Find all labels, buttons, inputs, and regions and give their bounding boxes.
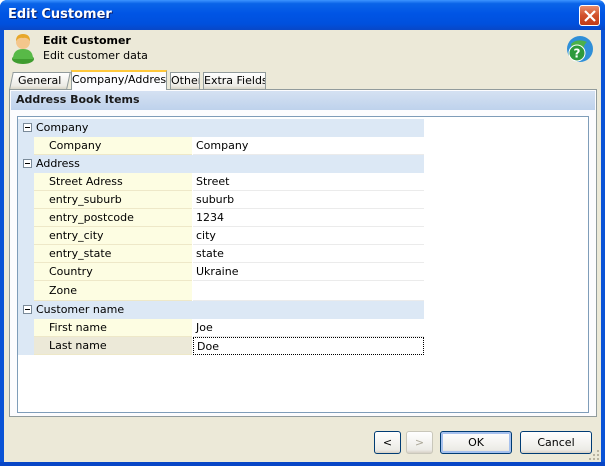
property-name: entry_suburb: [34, 191, 192, 209]
category-customer-name: Customer name: [18, 301, 424, 319]
property-name: Last name: [34, 337, 192, 355]
property-name: entry_postcode: [34, 209, 192, 227]
property-value-last-name[interactable]: Doe: [193, 337, 424, 355]
category-company: Company: [18, 119, 424, 137]
property-row-state[interactable]: entry_state state: [18, 245, 424, 263]
close-button[interactable]: [579, 5, 600, 26]
property-value-street[interactable]: Street: [193, 173, 424, 191]
header-title: Edit Customer: [43, 34, 131, 47]
collapse-company-toggle[interactable]: [23, 123, 32, 132]
header-subtitle: Edit customer data: [43, 49, 148, 62]
property-row-country[interactable]: Country Ukraine: [18, 263, 424, 281]
resize-grip-icon[interactable]: [588, 449, 600, 461]
company-address-panel: Address Book Items Company Company Compa…: [9, 89, 597, 417]
tab-general[interactable]: General: [9, 72, 71, 89]
property-row-company[interactable]: Company Company: [18, 137, 424, 155]
property-value-zone[interactable]: [193, 281, 424, 301]
property-value-country[interactable]: Ukraine: [193, 263, 424, 281]
help-icon[interactable]: ?: [565, 34, 595, 64]
ok-button[interactable]: OK: [440, 431, 512, 454]
category-label: Company: [36, 121, 89, 134]
property-value-postcode[interactable]: 1234: [193, 209, 424, 227]
category-label: Address: [36, 157, 80, 170]
tab-extra-fields[interactable]: Extra Fields: [203, 72, 266, 89]
previous-button[interactable]: <: [374, 431, 401, 454]
property-name: Zone: [34, 281, 192, 301]
property-row-city[interactable]: entry_city city: [18, 227, 424, 245]
property-row-postcode[interactable]: entry_postcode 1234: [18, 209, 424, 227]
category-address: Address: [18, 155, 424, 173]
cancel-button[interactable]: Cancel: [520, 431, 592, 454]
property-name: Company: [34, 137, 192, 155]
property-name: First name: [34, 319, 192, 337]
category-label: Customer name: [36, 303, 125, 316]
svg-text:?: ?: [574, 47, 581, 61]
window-title: Edit Customer: [8, 7, 112, 22]
close-icon: [584, 10, 596, 22]
property-value-company[interactable]: Company: [193, 137, 424, 155]
property-row-first-name[interactable]: First name Joe: [18, 319, 424, 337]
edit-customer-window: Edit Customer Edit Customer Edit custome…: [0, 0, 605, 466]
property-value-first-name[interactable]: Joe: [193, 319, 424, 337]
tab-general-label: General: [18, 74, 62, 87]
next-button[interactable]: >: [406, 431, 433, 454]
property-value-state[interactable]: state: [193, 245, 424, 263]
window-frame-bottom: [0, 462, 605, 466]
tab-company-address[interactable]: Company/Address: [71, 70, 167, 90]
property-value-city[interactable]: city: [193, 227, 424, 245]
tab-other[interactable]: Other: [170, 72, 200, 89]
property-row-street[interactable]: Street Adress Street: [18, 173, 424, 191]
collapse-customer-name-toggle[interactable]: [23, 305, 32, 314]
title-bar[interactable]: Edit Customer: [0, 0, 605, 30]
user-icon: [12, 34, 34, 64]
property-row-suburb[interactable]: entry_suburb suburb: [18, 191, 424, 209]
property-value-suburb[interactable]: suburb: [193, 191, 424, 209]
property-grid[interactable]: Company Company Company Address Street A…: [17, 116, 589, 413]
property-name: entry_city: [34, 227, 192, 245]
dialog-body: Edit Customer Edit customer data ? Gener…: [4, 30, 601, 462]
property-name: Street Adress: [34, 173, 192, 191]
property-row-last-name[interactable]: Last name Doe: [18, 337, 424, 355]
property-name: entry_state: [34, 245, 192, 263]
dialog-header: Edit Customer Edit customer data ?: [4, 30, 601, 70]
property-name: Country: [34, 263, 192, 281]
collapse-address-toggle[interactable]: [23, 159, 32, 168]
section-title: Address Book Items: [11, 91, 595, 110]
property-row-zone[interactable]: Zone: [18, 281, 424, 301]
